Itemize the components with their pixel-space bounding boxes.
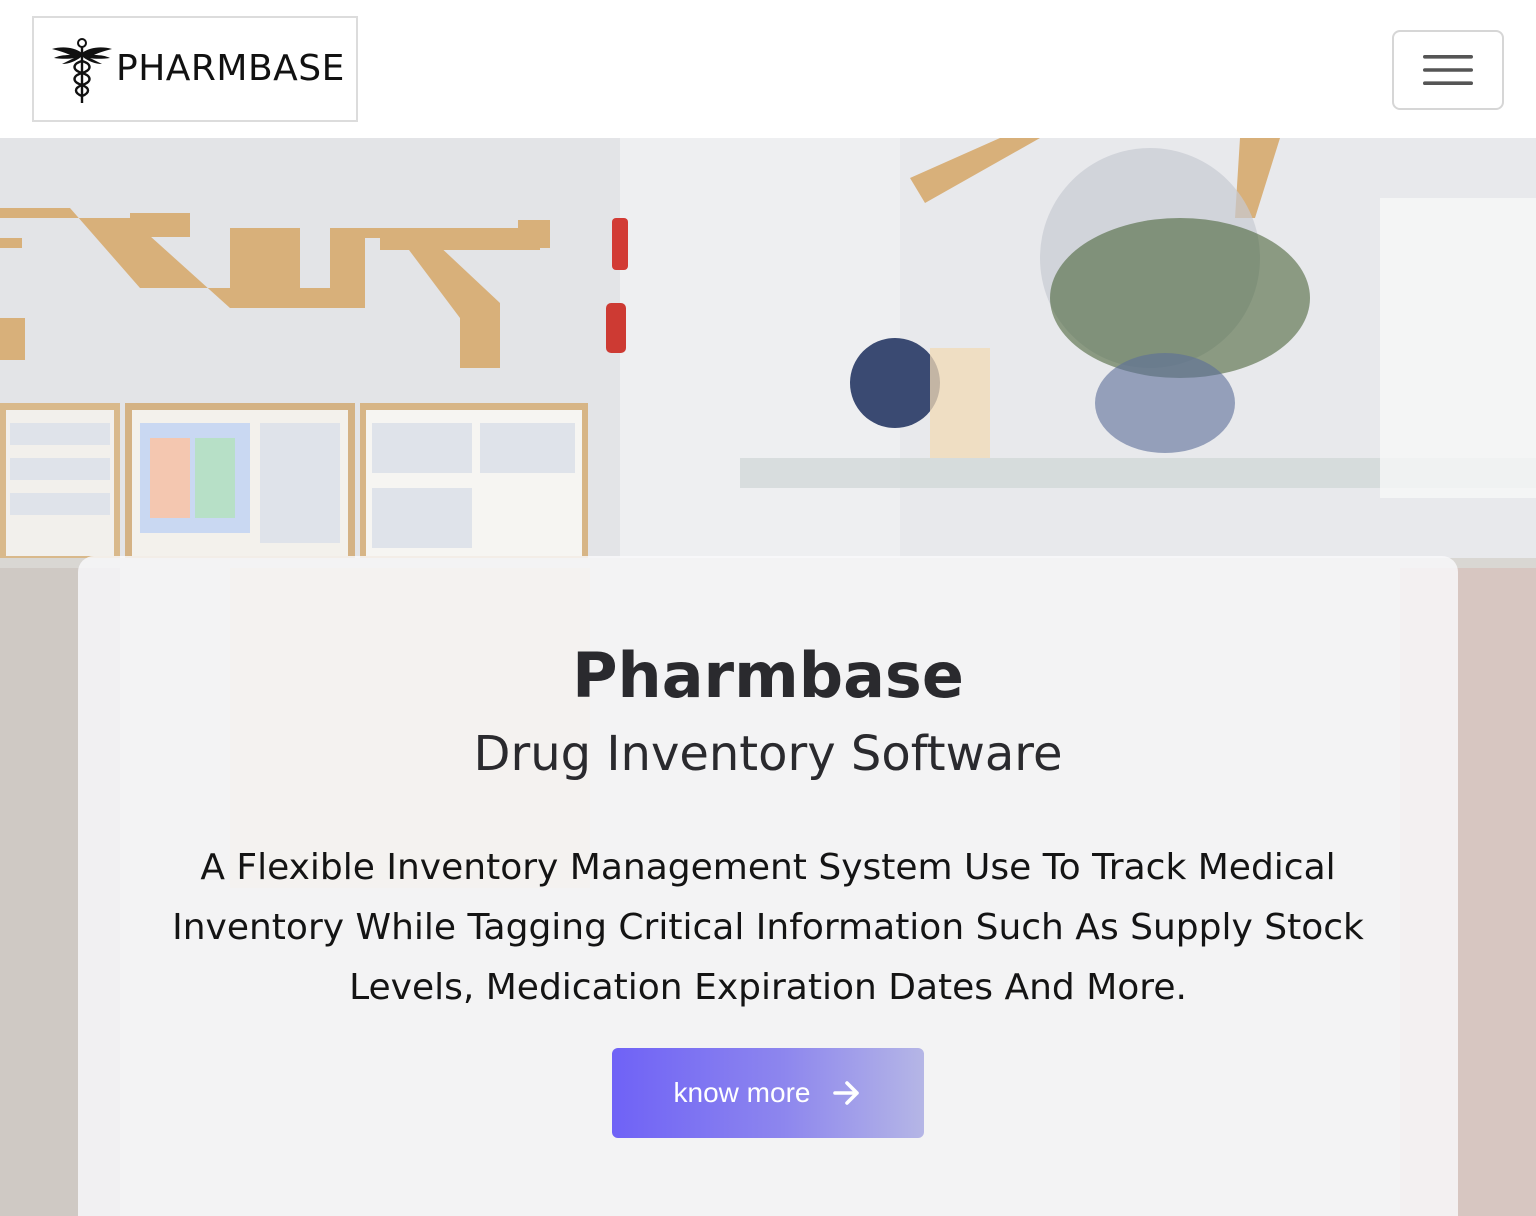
hero-card: Pharmbase Drug Inventory Software A Flex… xyxy=(78,556,1458,1216)
hero-subtitle: Drug Inventory Software xyxy=(473,726,1063,782)
caduceus-icon xyxy=(52,38,112,103)
hero-description: A Flexible Inventory Management System U… xyxy=(172,847,1364,1008)
hero-title: Pharmbase xyxy=(572,639,964,712)
know-more-button[interactable]: know more xyxy=(612,1048,924,1138)
hero-section: Pharmbase Drug Inventory Software A Flex… xyxy=(0,138,1536,1216)
brand-name: PHARMBASE xyxy=(116,48,345,89)
menu-toggle-button[interactable] xyxy=(1392,30,1504,110)
hamburger-menu-icon xyxy=(1423,55,1473,85)
arrow-right-icon xyxy=(833,1081,860,1105)
navbar: PHARMBASE xyxy=(0,0,1536,138)
brand-link[interactable]: PHARMBASE xyxy=(32,16,358,122)
know-more-label: know more xyxy=(673,1077,811,1108)
